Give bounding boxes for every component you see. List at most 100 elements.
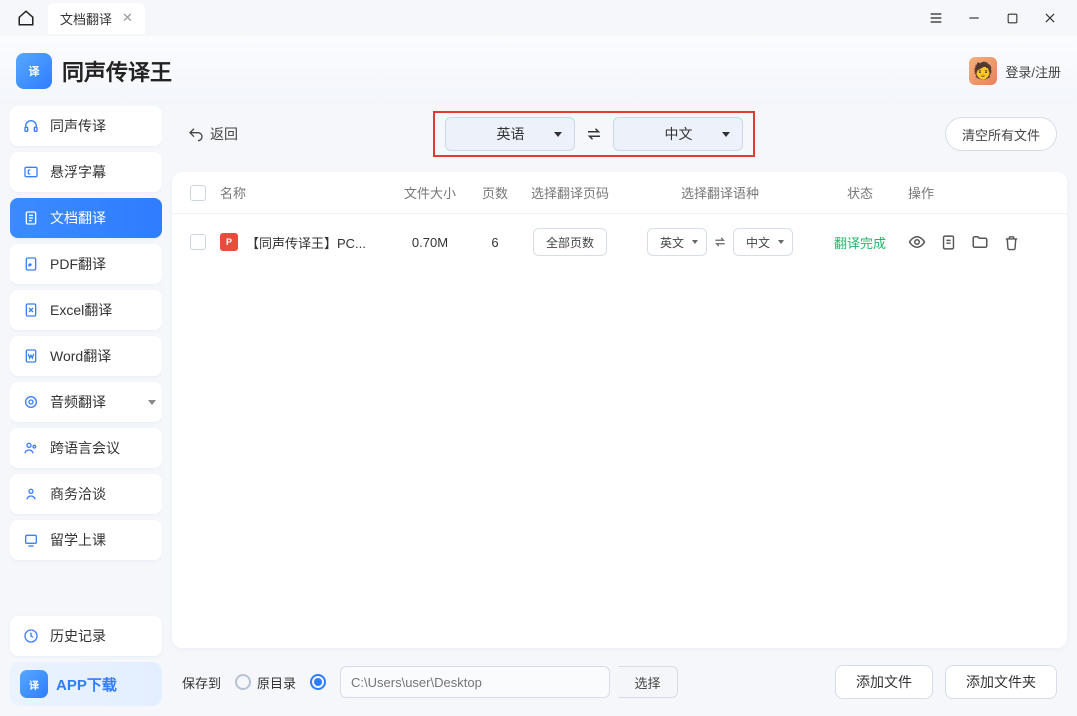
- sidebar-item-label: PDF翻译: [50, 254, 106, 274]
- app-download-button[interactable]: 译 APP下载: [10, 662, 162, 706]
- sidebar: 同声传译 悬浮字幕 文档翻译 PDF翻译 Excel翻译 Word翻译: [10, 106, 162, 706]
- word-icon: [22, 348, 40, 364]
- save-to-label: 保存到: [182, 673, 221, 692]
- file-table: 名称 文件大小 页数 选择翻译页码 选择翻译语种 状态 操作 P 【同声传译王】…: [172, 172, 1067, 648]
- sidebar-item-subtitle[interactable]: 悬浮字幕: [10, 152, 162, 192]
- header-page-select: 选择翻译页码: [520, 183, 620, 202]
- select-path-button[interactable]: 选择: [618, 666, 678, 698]
- chevron-down-icon: [692, 240, 698, 244]
- row-checkbox[interactable]: [190, 234, 206, 250]
- table-header: 名称 文件大小 页数 选择翻译页码 选择翻译语种 状态 操作: [172, 172, 1067, 214]
- radio-checked-icon: [310, 674, 326, 690]
- target-language-value: 中文: [664, 124, 692, 144]
- chevron-down-icon: [778, 240, 784, 244]
- sidebar-item-word[interactable]: Word翻译: [10, 336, 162, 376]
- toolbar: 返回 英语 中文 清空所有文件: [172, 106, 1067, 162]
- file-pages: 6: [470, 235, 520, 250]
- header-size: 文件大小: [390, 183, 470, 202]
- sidebar-item-simultaneous[interactable]: 同声传译: [10, 106, 162, 146]
- custom-dir-radio[interactable]: [310, 674, 326, 690]
- page-select-button[interactable]: 全部页数: [533, 228, 607, 256]
- add-file-button[interactable]: 添加文件: [835, 665, 933, 699]
- row-source-lang-select[interactable]: 英文: [647, 228, 707, 256]
- footer-bar: 保存到 原目录 选择 添加文件 添加文件夹: [172, 658, 1067, 706]
- pdf-file-icon: P: [220, 233, 238, 251]
- header-ops: 操作: [900, 183, 1049, 202]
- sidebar-item-history[interactable]: 历史记录: [10, 616, 162, 656]
- business-icon: [22, 486, 40, 502]
- clear-all-button[interactable]: 清空所有文件: [945, 117, 1057, 151]
- path-input[interactable]: [340, 666, 610, 698]
- app-download-label: APP下载: [56, 674, 117, 695]
- sidebar-item-label: Excel翻译: [50, 300, 112, 320]
- menu-button[interactable]: [927, 9, 945, 27]
- chevron-down-icon: [148, 400, 156, 405]
- tab-document-translate[interactable]: 文档翻译 ✕: [48, 3, 145, 34]
- sidebar-item-label: 历史记录: [50, 626, 106, 646]
- app-icon: 译: [20, 670, 48, 698]
- row-status: 翻译完成: [820, 233, 900, 252]
- title-bar: 文档翻译 ✕: [0, 0, 1077, 36]
- main-panel: 返回 英语 中文 清空所有文件 名称: [172, 106, 1067, 706]
- filename: 【同声传译王】PC...: [246, 233, 366, 252]
- back-button[interactable]: 返回: [182, 120, 244, 148]
- sidebar-item-label: 商务洽谈: [50, 484, 106, 504]
- sidebar-item-label: 音频翻译: [50, 392, 106, 412]
- sidebar-item-meeting[interactable]: 跨语言会议: [10, 428, 162, 468]
- home-button[interactable]: [8, 4, 44, 32]
- header-lang-select: 选择翻译语种: [620, 183, 820, 202]
- tab-label: 文档翻译: [60, 9, 112, 28]
- close-button[interactable]: [1041, 9, 1059, 27]
- sidebar-item-study[interactable]: 留学上课: [10, 520, 162, 560]
- excel-icon: [22, 302, 40, 318]
- tab-close-button[interactable]: ✕: [122, 10, 133, 26]
- folder-button[interactable]: [971, 233, 989, 251]
- sidebar-item-label: 悬浮字幕: [50, 162, 106, 182]
- orig-dir-label: 原目录: [257, 673, 296, 692]
- headphone-icon: [22, 118, 40, 134]
- window-controls: [927, 9, 1069, 27]
- app-header: 译 同声传译王 🧑 登录/注册: [0, 36, 1077, 106]
- sidebar-item-label: 文档翻译: [50, 208, 106, 228]
- swap-languages-button[interactable]: [585, 127, 603, 141]
- add-folder-button[interactable]: 添加文件夹: [945, 665, 1057, 699]
- orig-dir-radio[interactable]: 原目录: [235, 673, 296, 692]
- logo-icon: 译: [16, 53, 52, 89]
- pdf-icon: [22, 256, 40, 272]
- sidebar-item-excel[interactable]: Excel翻译: [10, 290, 162, 330]
- preview-button[interactable]: [908, 233, 926, 251]
- back-label: 返回: [210, 124, 238, 144]
- chevron-down-icon: [554, 132, 562, 137]
- target-language-select[interactable]: 中文: [613, 117, 743, 151]
- swap-icon[interactable]: [713, 236, 727, 248]
- header-pages: 页数: [470, 183, 520, 202]
- sidebar-item-pdf[interactable]: PDF翻译: [10, 244, 162, 284]
- sidebar-item-label: 跨语言会议: [50, 438, 120, 458]
- header-name: 名称: [220, 183, 390, 202]
- study-icon: [22, 532, 40, 548]
- delete-button[interactable]: [1003, 234, 1020, 251]
- sidebar-item-audio[interactable]: 音频翻译: [10, 382, 162, 422]
- app-logo: 译 同声传译王: [16, 53, 172, 89]
- minimize-button[interactable]: [965, 9, 983, 27]
- document-icon: [22, 210, 40, 226]
- meeting-icon: [22, 440, 40, 456]
- row-target-lang-select[interactable]: 中文: [733, 228, 793, 256]
- maximize-button[interactable]: [1003, 9, 1021, 27]
- audio-icon: [22, 394, 40, 410]
- login-register-link[interactable]: 登录/注册: [1005, 62, 1061, 81]
- sidebar-item-business[interactable]: 商务洽谈: [10, 474, 162, 514]
- source-language-select[interactable]: 英语: [445, 117, 575, 151]
- caption-icon: [22, 164, 40, 180]
- back-arrow-icon: [188, 126, 204, 142]
- sidebar-item-document[interactable]: 文档翻译: [10, 198, 162, 238]
- file-size: 0.70M: [390, 235, 470, 250]
- app-title: 同声传译王: [62, 55, 172, 87]
- language-selector-group: 英语 中文: [433, 111, 755, 157]
- source-language-value: 英语: [496, 124, 524, 144]
- chevron-down-icon: [722, 132, 730, 137]
- avatar[interactable]: 🧑: [969, 57, 997, 85]
- document-button[interactable]: [940, 234, 957, 251]
- history-icon: [22, 628, 40, 644]
- select-all-checkbox[interactable]: [190, 185, 206, 201]
